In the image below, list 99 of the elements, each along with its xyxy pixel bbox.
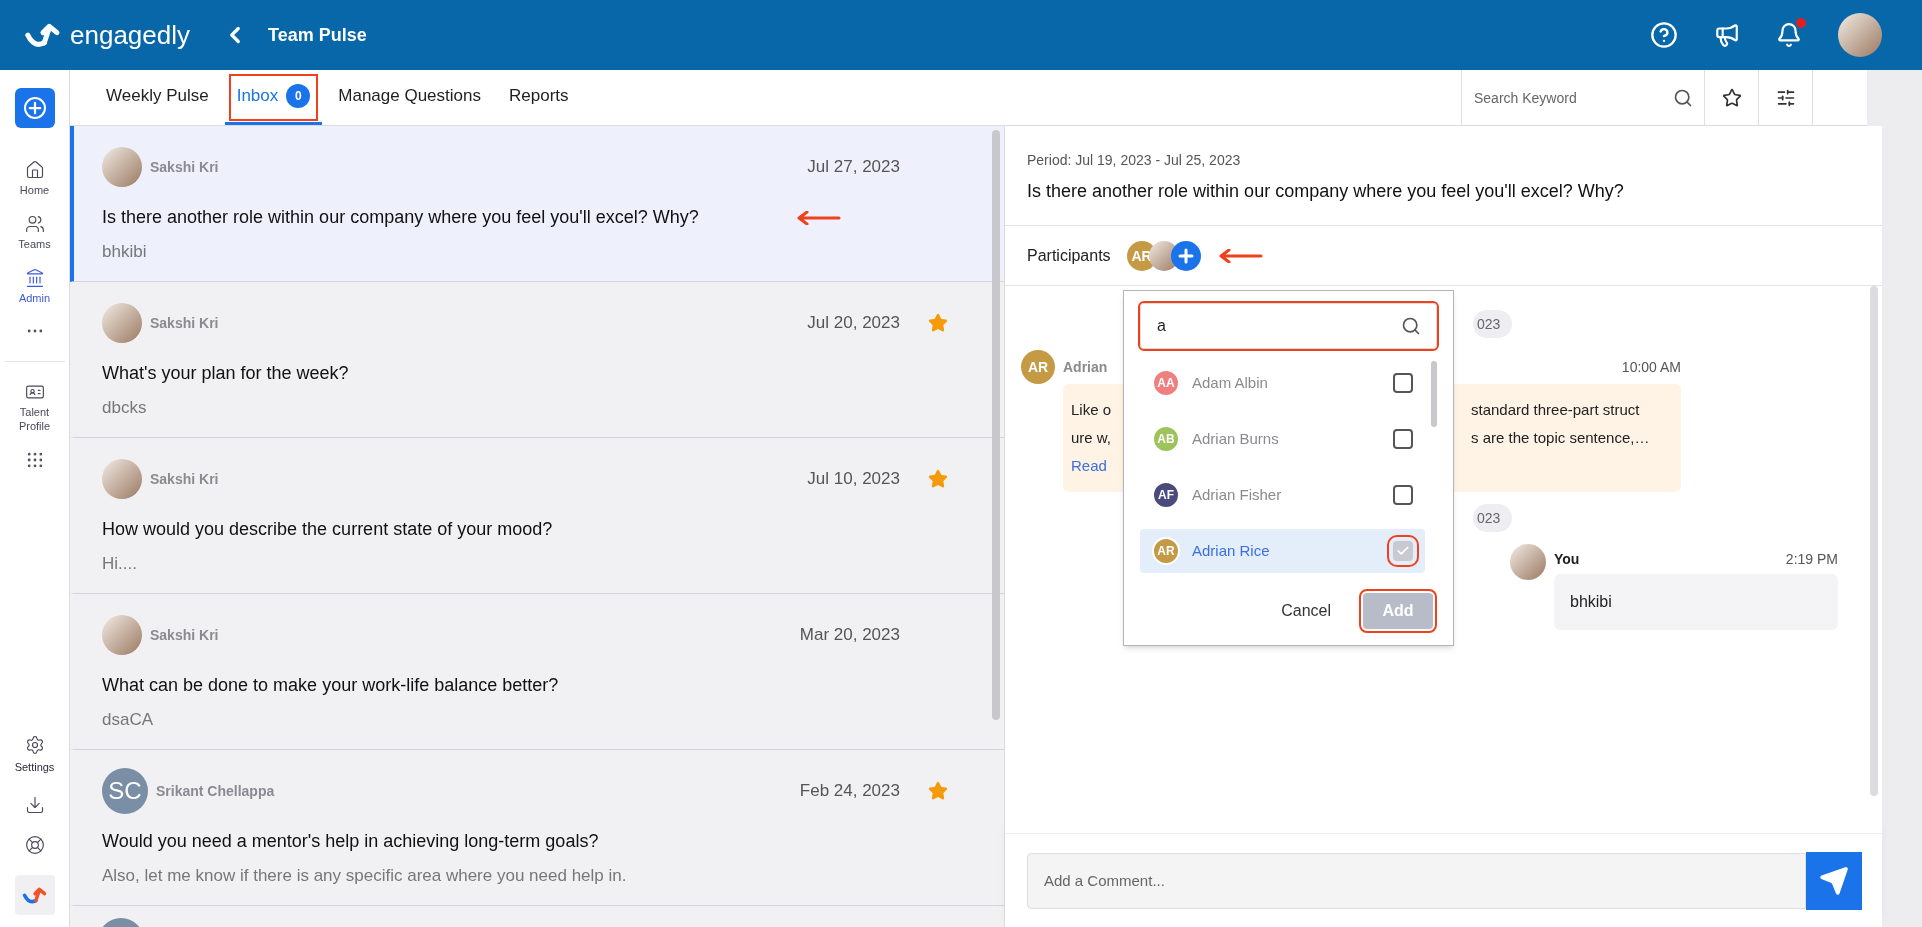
message-bubble: bhkibi xyxy=(1554,574,1838,630)
check-icon xyxy=(1396,544,1410,558)
question-text: Is there another role within our company where you feel you'll excel? Why? xyxy=(102,206,699,229)
author-name: Sakshi Kri xyxy=(150,470,219,489)
message-text: ure w, xyxy=(1071,428,1112,448)
question-text: How would you describe the current state of your mood? xyxy=(102,518,553,541)
sidebar-label[interactable]: Home xyxy=(4,184,65,198)
avatar-photo xyxy=(102,303,142,343)
person-name: Adrian Rice xyxy=(1192,540,1270,561)
page-title: Team Pulse xyxy=(268,24,367,47)
avatar-photo xyxy=(1510,544,1546,580)
settings-icon[interactable] xyxy=(24,734,45,755)
date-text: Jul 20, 2023 xyxy=(807,312,900,335)
search-icon[interactable] xyxy=(1401,316,1421,336)
author-name: Sakshi Kri xyxy=(150,314,219,333)
question-text: What's your plan for the week? xyxy=(102,362,349,385)
person-name: Adrian Fisher xyxy=(1192,484,1282,505)
date-pill: 023 xyxy=(1473,504,1513,532)
checkbox[interactable] xyxy=(1393,485,1413,505)
avatar-photo xyxy=(102,459,142,499)
star-icon[interactable] xyxy=(928,469,948,489)
inbox-item[interactable]: SC Srikant Chellappa Feb 24, 2023 Would you need a mentor's help in achieving long-term goals? Also, let me know if there is any specific area where you need help in. xyxy=(70,750,1004,906)
message-text: s are the topic sentence,… xyxy=(1471,428,1650,448)
author-name: Adrian xyxy=(1063,358,1108,377)
checkbox[interactable] xyxy=(1393,373,1413,393)
period-text: Period: Jul 19, 2023 - Jul 25, 2023 xyxy=(1027,151,1242,170)
star-icon[interactable] xyxy=(928,781,948,801)
add-participant-button[interactable] xyxy=(1170,240,1201,271)
author-name: You xyxy=(1554,550,1580,569)
avatar-initials: AA xyxy=(1152,369,1180,397)
date-pill: 023 xyxy=(1473,310,1513,338)
avatar-photo xyxy=(102,615,142,655)
message-text: standard three-part struct xyxy=(1471,400,1641,420)
count-badge: 0 xyxy=(286,84,311,108)
filter-icon[interactable] xyxy=(1775,87,1796,108)
question-text: Would you need a mentor's help in achieving long-term goals? xyxy=(102,830,599,853)
avatar-initials: AR xyxy=(1152,537,1180,565)
search-field[interactable]: Search Keyword xyxy=(1461,70,1705,125)
sidebar-label[interactable]: Talent Profile xyxy=(4,406,65,434)
answer-text: Also, let me know if there is any specific area where you need help in. xyxy=(102,865,628,887)
tab[interactable]: Weekly Pulse xyxy=(94,70,221,125)
question-text: What can be done to make your work-life balance better? xyxy=(102,674,559,697)
date-text: Mar 20, 2023 xyxy=(799,624,900,647)
person-name: Adam Albin xyxy=(1192,372,1268,393)
person-option[interactable]: AF Adrian Fisher xyxy=(1140,473,1425,517)
participants-label: Participants xyxy=(1027,245,1111,266)
time-text: 10:00 AM xyxy=(1621,358,1681,377)
sidebar-label[interactable]: Teams xyxy=(4,237,65,252)
avatar-initials: AB xyxy=(1152,425,1180,453)
home-icon[interactable] xyxy=(24,160,45,180)
tab[interactable]: Reports xyxy=(497,70,581,125)
author-name: Sakshi Kri xyxy=(150,158,219,177)
author-name: Sakshi Kri xyxy=(150,626,219,645)
app-logo-tile[interactable] xyxy=(14,875,55,915)
avatar-photo xyxy=(102,147,142,187)
person-option[interactable]: AR Adrian Rice xyxy=(1140,529,1425,573)
help-icon[interactable] xyxy=(1650,21,1678,49)
answer-text: Hi.... xyxy=(102,553,138,575)
create-button[interactable] xyxy=(14,88,55,128)
person-name: Adrian Burns xyxy=(1192,428,1279,449)
notification-icon[interactable] xyxy=(1776,22,1802,48)
message-text: Like o xyxy=(1071,400,1112,420)
date-text: Jul 10, 2023 xyxy=(807,468,900,491)
cancel-button[interactable]: Cancel xyxy=(1281,599,1331,623)
megaphone-icon[interactable] xyxy=(1714,22,1740,48)
picker-search-field[interactable]: a xyxy=(1140,303,1437,349)
sidebar-label[interactable]: Admin xyxy=(4,291,65,306)
brand-name: engagedly xyxy=(70,18,190,52)
scrollbar xyxy=(1431,361,1437,427)
time-text: 2:19 PM xyxy=(1785,550,1838,569)
read-more-link[interactable]: Read xyxy=(1071,452,1107,480)
download-icon[interactable] xyxy=(24,795,45,815)
plus-icon xyxy=(1177,247,1194,264)
answer-text: dbcks xyxy=(102,397,148,419)
author-name: Srikant Chellappa xyxy=(156,782,275,801)
avatar-initials: SC xyxy=(102,768,148,814)
answer-text: dsaCA xyxy=(102,709,155,731)
date-text: Jul 27, 2023 xyxy=(807,156,900,179)
date-text: Feb 24, 2023 xyxy=(799,780,900,803)
avatar-initials: AR xyxy=(1021,350,1055,384)
person-option[interactable]: AA Adam Albin xyxy=(1140,361,1425,405)
tab[interactable]: Manage Questions xyxy=(326,70,493,125)
detail-question: Is there another role within our company where you feel you'll excel? Why? xyxy=(1027,180,1625,203)
answer-text: bhkibi xyxy=(102,241,148,263)
search-icon[interactable] xyxy=(1673,88,1693,108)
user-avatar xyxy=(1838,13,1882,57)
person-option[interactable]: AB Adrian Burns xyxy=(1140,417,1425,461)
comment-field[interactable]: Add a Comment... xyxy=(1027,852,1806,909)
inbox-item[interactable]: Sakshi Kri Jul 27, 2023 Is there another role within our company where you feel you'll excel? Why? bhkibi xyxy=(70,126,1004,282)
people-icon[interactable] xyxy=(24,213,45,234)
sidebar-label[interactable]: Settings xyxy=(14,758,55,775)
plus-icon xyxy=(23,97,46,119)
send-icon[interactable] xyxy=(1819,865,1849,896)
lifebuoy-icon[interactable] xyxy=(24,835,45,855)
bank-icon[interactable] xyxy=(24,267,45,288)
checkbox[interactable] xyxy=(1393,429,1413,449)
star-icon[interactable] xyxy=(928,313,948,333)
avatar-initials: AF xyxy=(1152,481,1180,509)
star-icon[interactable] xyxy=(1721,87,1742,108)
